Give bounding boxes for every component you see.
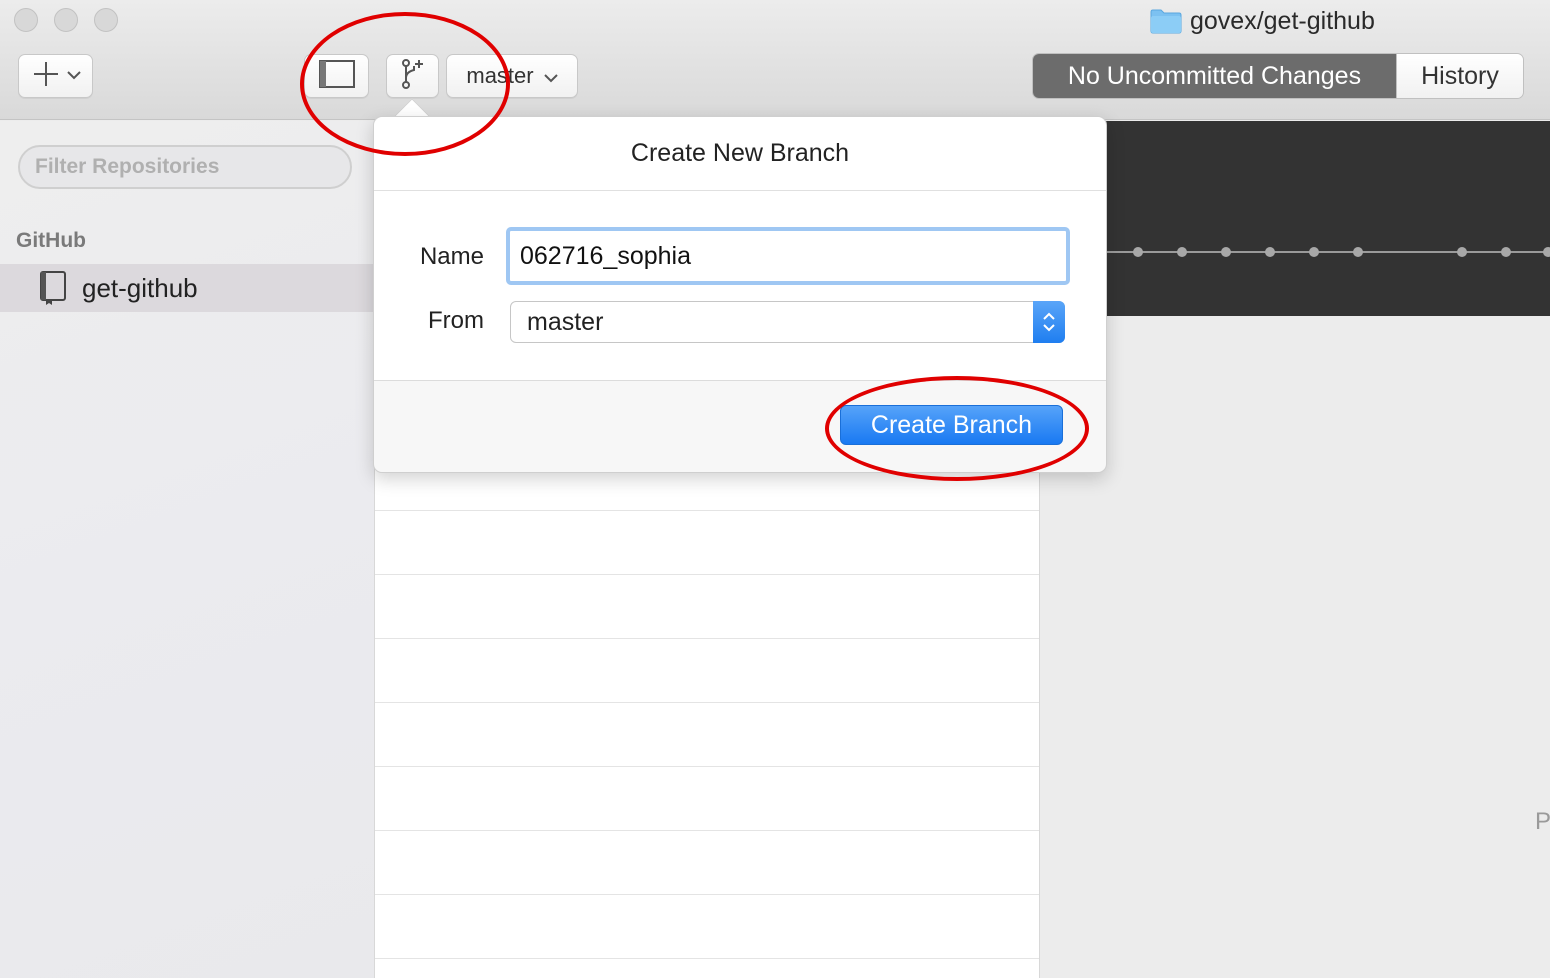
branch-selector[interactable]: master bbox=[446, 54, 578, 98]
branch-name-field[interactable] bbox=[506, 227, 1070, 285]
name-label: Name bbox=[419, 243, 484, 270]
create-branch-button[interactable]: Create Branch bbox=[840, 405, 1063, 445]
history-tab[interactable]: History bbox=[1396, 54, 1523, 98]
popover-title: Create New Branch bbox=[374, 117, 1106, 191]
list-divider bbox=[375, 766, 1039, 767]
repository-sidebar: GitHub get-github bbox=[0, 121, 374, 978]
sidebar-item-get-github[interactable]: get-github bbox=[0, 264, 374, 312]
uncommitted-changes-tab[interactable]: No Uncommitted Changes bbox=[1033, 54, 1396, 98]
window-toolbar: govex/get-github master No Uncommitted C… bbox=[0, 0, 1550, 120]
window-title: govex/get-github bbox=[1150, 4, 1375, 38]
from-branch-select[interactable]: master bbox=[510, 300, 1065, 343]
minimize-window-button[interactable] bbox=[54, 8, 78, 32]
list-divider bbox=[375, 574, 1039, 575]
chevron-down-icon bbox=[66, 67, 81, 85]
plus-icon bbox=[31, 59, 61, 94]
chevron-down-icon bbox=[543, 63, 558, 89]
commit-timeline[interactable] bbox=[1040, 121, 1550, 316]
popover-form: Name From master bbox=[374, 191, 1106, 381]
sidebar-item-label: get-github bbox=[82, 272, 198, 303]
detail-panel: P bbox=[1040, 121, 1550, 978]
toggle-sidebar-button[interactable] bbox=[304, 54, 369, 98]
list-divider bbox=[375, 958, 1039, 959]
zoom-window-button[interactable] bbox=[94, 8, 118, 32]
sidebar-section-github: GitHub bbox=[16, 229, 86, 252]
branch-selector-label: master bbox=[466, 63, 534, 88]
list-divider bbox=[375, 702, 1039, 703]
add-repository-button[interactable] bbox=[18, 54, 93, 98]
list-divider bbox=[375, 894, 1039, 895]
branch-icon bbox=[399, 58, 427, 95]
repo-book-icon bbox=[38, 270, 70, 306]
sidebar-toggle-icon bbox=[318, 59, 355, 93]
window-title-text: govex/get-github bbox=[1190, 6, 1375, 35]
view-segmented-control: No Uncommitted Changes History bbox=[1032, 53, 1524, 99]
from-label: From bbox=[428, 307, 484, 334]
folder-icon bbox=[1150, 8, 1182, 34]
select-stepper-icon bbox=[1033, 300, 1065, 343]
new-branch-button[interactable] bbox=[386, 54, 439, 98]
truncated-text: P bbox=[1535, 808, 1550, 835]
close-window-button[interactable] bbox=[14, 8, 38, 32]
from-branch-value: master bbox=[527, 307, 604, 336]
list-divider bbox=[375, 830, 1039, 831]
timeline-graph bbox=[1100, 247, 1550, 257]
filter-repositories-input[interactable] bbox=[18, 145, 352, 189]
list-divider bbox=[375, 638, 1039, 639]
list-divider bbox=[375, 510, 1039, 511]
